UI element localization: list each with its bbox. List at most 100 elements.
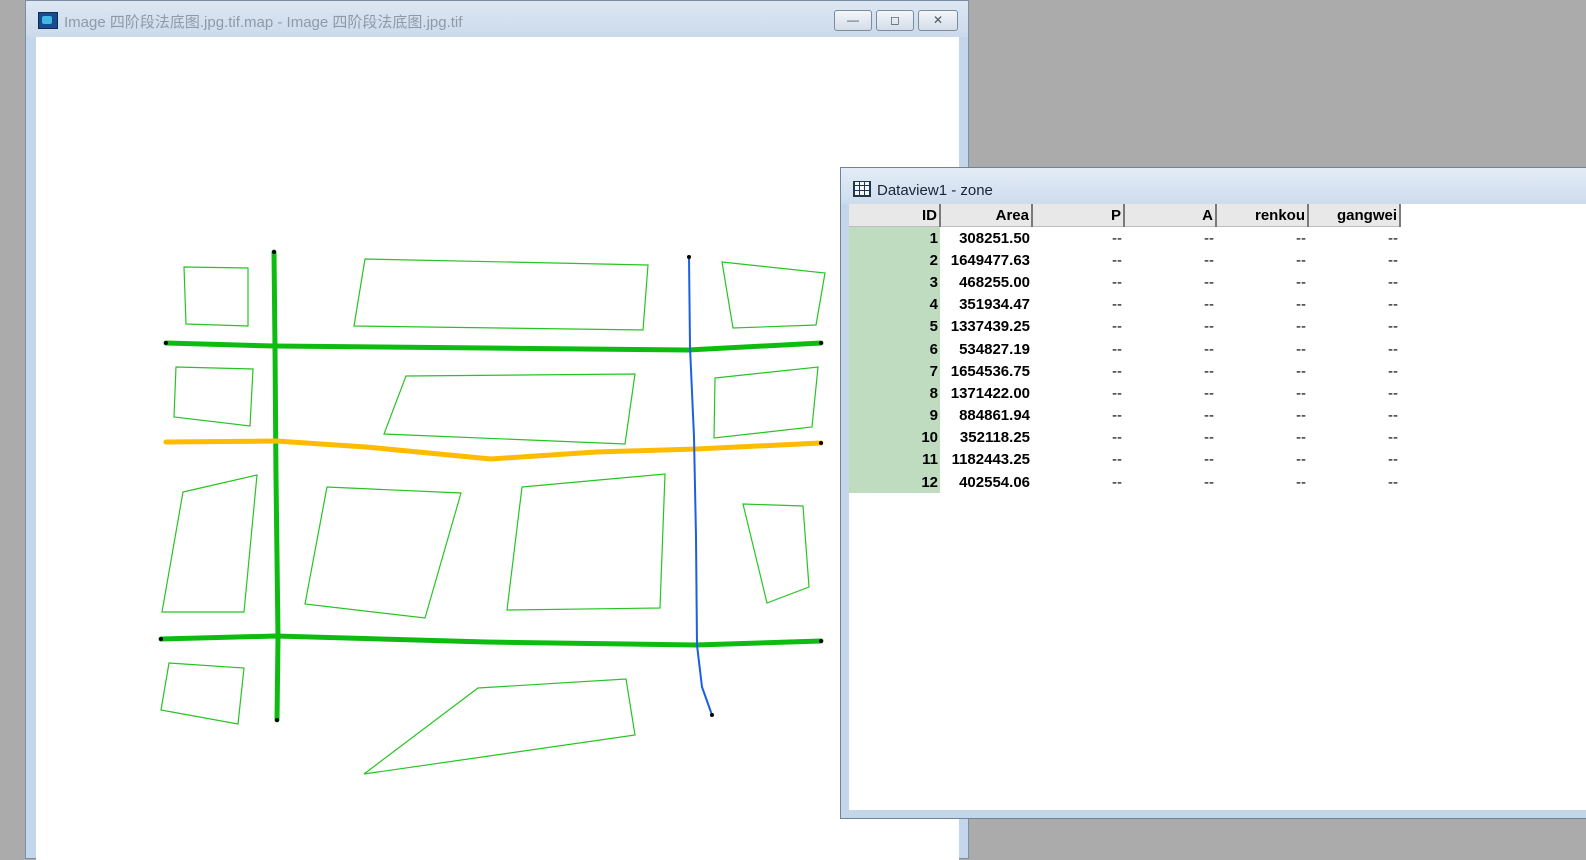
road-node[interactable] — [687, 255, 691, 259]
cell-renkou[interactable]: -- — [1216, 449, 1308, 471]
cell-area[interactable]: 1371422.00 — [940, 382, 1032, 404]
zone-polygon[interactable] — [713, 366, 819, 439]
road-node[interactable] — [819, 639, 823, 643]
column-header-gangwei[interactable]: gangwei — [1308, 204, 1401, 227]
cell-renkou[interactable]: -- — [1216, 382, 1308, 404]
zone-polygon[interactable] — [173, 366, 254, 427]
cell-renkou[interactable]: -- — [1216, 405, 1308, 427]
road-node[interactable] — [159, 637, 163, 641]
table-row[interactable]: 8 1371422.00 -- -- -- -- — [849, 382, 1400, 405]
cell-p[interactable]: -- — [1032, 271, 1124, 293]
dataview-window[interactable]: Dataview1 - zone ID Area P A renkou gang… — [840, 167, 1586, 819]
cell-gangwei[interactable]: -- — [1308, 294, 1400, 316]
cell-area[interactable]: 352118.25 — [940, 427, 1032, 449]
cell-p[interactable]: -- — [1032, 294, 1124, 316]
column-header-area[interactable]: Area — [940, 204, 1033, 227]
cell-renkou[interactable]: -- — [1216, 271, 1308, 293]
table-row[interactable]: 7 1654536.75 -- -- -- -- — [849, 360, 1400, 383]
cell-p[interactable]: -- — [1032, 227, 1124, 250]
road-node[interactable] — [819, 341, 823, 345]
attribute-table[interactable]: ID Area P A renkou gangwei 1 308251.50 -- -… — [849, 204, 1401, 494]
cell-a[interactable]: -- — [1124, 271, 1216, 293]
cell-id[interactable]: 3 — [849, 271, 940, 294]
table-row[interactable]: 12 402554.06 -- -- -- -- — [849, 471, 1400, 494]
cell-gangwei[interactable]: -- — [1308, 227, 1400, 250]
cell-a[interactable]: -- — [1124, 405, 1216, 427]
cell-renkou[interactable]: -- — [1216, 338, 1308, 360]
main-road-line[interactable] — [158, 633, 824, 648]
cell-p[interactable]: -- — [1032, 249, 1124, 271]
zone-polygon[interactable] — [304, 486, 462, 619]
cell-gangwei[interactable]: -- — [1308, 405, 1400, 427]
cell-renkou[interactable]: -- — [1216, 294, 1308, 316]
cell-id[interactable]: 5 — [849, 315, 940, 338]
cell-id[interactable]: 10 — [849, 426, 940, 449]
cell-renkou[interactable]: -- — [1216, 249, 1308, 271]
column-header-a[interactable]: A — [1124, 204, 1217, 227]
column-header-renkou[interactable]: renkou — [1216, 204, 1309, 227]
cell-id[interactable]: 6 — [849, 337, 940, 361]
zone-polygon[interactable] — [183, 266, 249, 327]
map-window-titlebar[interactable]: Image 四阶段法底图.jpg.tif.map - Image 四阶段法底图.… — [26, 1, 968, 37]
cell-gangwei[interactable]: -- — [1308, 471, 1400, 493]
cell-a[interactable]: -- — [1124, 449, 1216, 471]
cell-renkou[interactable]: -- — [1216, 360, 1308, 382]
table-row[interactable]: 2 1649477.63 -- -- -- -- — [849, 249, 1400, 272]
main-road-line[interactable] — [271, 249, 281, 723]
cell-gangwei[interactable]: -- — [1308, 360, 1400, 382]
zone-polygon[interactable] — [160, 662, 245, 725]
zone-polygon[interactable] — [353, 258, 649, 331]
table-row[interactable]: 1 308251.50 -- -- -- -- — [849, 226, 1400, 250]
dataview-titlebar[interactable]: Dataview1 - zone — [841, 168, 1586, 204]
column-header-p[interactable]: P — [1032, 204, 1125, 227]
map-drawing[interactable] — [36, 37, 959, 860]
cell-p[interactable]: -- — [1032, 405, 1124, 427]
zone-polygon[interactable] — [363, 678, 636, 775]
road-node[interactable] — [272, 250, 276, 254]
cell-id[interactable]: 9 — [849, 404, 940, 427]
road-node[interactable] — [710, 713, 714, 717]
cell-area[interactable]: 308251.50 — [940, 227, 1032, 250]
map-canvas[interactable] — [36, 37, 959, 860]
map-window[interactable]: Image 四阶段法底图.jpg.tif.map - Image 四阶段法底图.… — [25, 0, 969, 860]
zone-polygon[interactable] — [383, 373, 636, 445]
cell-gangwei[interactable]: -- — [1308, 249, 1400, 271]
cell-area[interactable]: 402554.06 — [940, 471, 1032, 493]
cell-gangwei[interactable]: -- — [1308, 449, 1400, 471]
cell-area[interactable]: 1337439.25 — [940, 316, 1032, 338]
cell-id[interactable]: 11 — [849, 448, 940, 472]
cell-p[interactable]: -- — [1032, 316, 1124, 338]
cell-id[interactable]: 12 — [849, 471, 940, 494]
cell-a[interactable]: -- — [1124, 294, 1216, 316]
cell-gangwei[interactable]: -- — [1308, 316, 1400, 338]
cell-renkou[interactable]: -- — [1216, 316, 1308, 338]
table-row[interactable]: 4 351934.47 -- -- -- -- — [849, 293, 1400, 316]
cell-gangwei[interactable]: -- — [1308, 427, 1400, 449]
cell-p[interactable]: -- — [1032, 471, 1124, 493]
table-row[interactable]: 11 1182443.25 -- -- -- -- — [849, 448, 1400, 472]
cell-p[interactable]: -- — [1032, 338, 1124, 360]
cell-area[interactable]: 1182443.25 — [940, 449, 1032, 471]
road-node[interactable] — [275, 718, 279, 722]
cell-a[interactable]: -- — [1124, 249, 1216, 271]
cell-area[interactable]: 351934.47 — [940, 294, 1032, 316]
cell-a[interactable]: -- — [1124, 338, 1216, 360]
cell-gangwei[interactable]: -- — [1308, 382, 1400, 404]
cell-area[interactable]: 534827.19 — [940, 338, 1032, 360]
cell-a[interactable]: -- — [1124, 471, 1216, 493]
main-road-line[interactable] — [163, 340, 824, 353]
cell-area[interactable]: 1649477.63 — [940, 249, 1032, 271]
cell-renkou[interactable]: -- — [1216, 471, 1308, 493]
arterial-road-line[interactable] — [163, 438, 824, 462]
road-node[interactable] — [164, 341, 168, 345]
minimize-button[interactable]: — — [834, 10, 872, 31]
cell-a[interactable]: -- — [1124, 227, 1216, 250]
table-row[interactable]: 5 1337439.25 -- -- -- -- — [849, 315, 1400, 338]
maximize-button[interactable]: ◻ — [876, 10, 914, 31]
zone-polygon[interactable] — [506, 473, 666, 611]
cell-p[interactable]: -- — [1032, 360, 1124, 382]
table-row[interactable]: 3 468255.00 -- -- -- -- — [849, 271, 1400, 294]
cell-area[interactable]: 468255.00 — [940, 271, 1032, 293]
cell-renkou[interactable]: -- — [1216, 427, 1308, 449]
cell-id[interactable]: 8 — [849, 382, 940, 405]
